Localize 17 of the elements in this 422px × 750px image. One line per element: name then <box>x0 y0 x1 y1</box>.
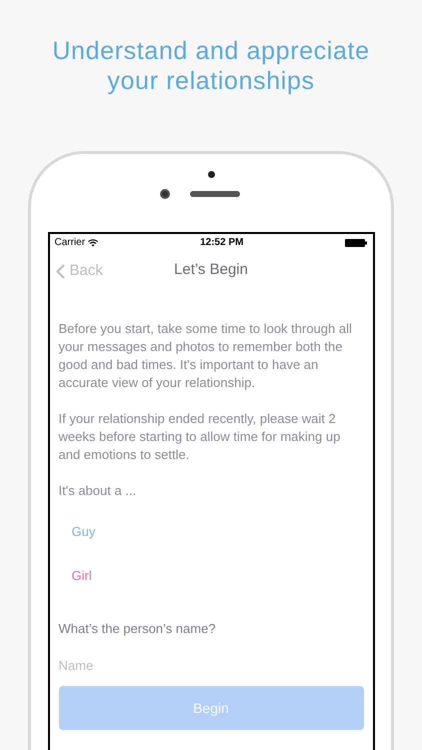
intro-paragraph: If your relationship ended recently, please wait 2 weeks before starting to allow time for making up and emotions to settle. <box>58 410 342 464</box>
name-prompt: What’s the person’s name? <box>58 620 217 638</box>
back-button[interactable]: Back <box>56 260 103 282</box>
screen-title: Let’s Begin <box>174 260 248 280</box>
wifi-icon <box>88 238 98 246</box>
battery-icon <box>345 238 368 246</box>
clock-time: 12:52 PM <box>200 236 244 250</box>
camera-icon <box>160 189 170 199</box>
choice-option[interactable]: Girl <box>72 567 92 585</box>
speaker-icon <box>190 191 240 197</box>
choice-prompt: It's about a ... <box>58 482 138 500</box>
chevron-left-icon <box>56 264 64 279</box>
name-field[interactable]: Name <box>58 653 364 677</box>
carrier-label: Carrier <box>54 236 86 250</box>
choice-option[interactable]: Guy <box>72 523 96 541</box>
intro-paragraph: Before you start, take some time to look through all your messages and photos to remember both the good and bad times. It's important to have an accurate view of your relationship. <box>58 320 353 392</box>
headline: Understand and appreciate your relationships <box>51 36 371 96</box>
